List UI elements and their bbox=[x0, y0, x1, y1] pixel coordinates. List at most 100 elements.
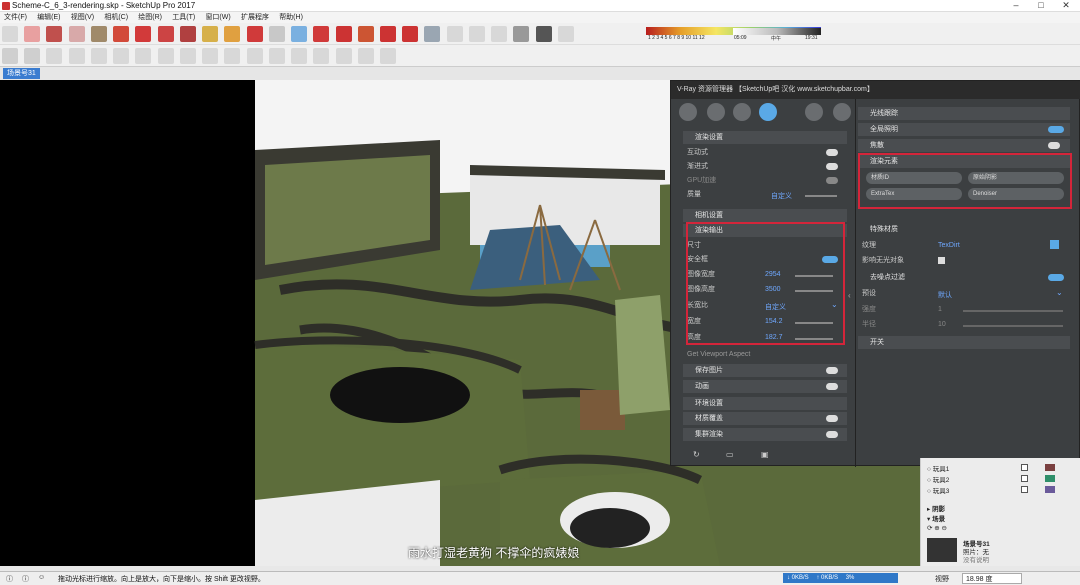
user-icon[interactable]: ☺ bbox=[38, 574, 45, 581]
settings-tab-icon[interactable] bbox=[759, 103, 777, 121]
select-tool-icon[interactable] bbox=[2, 26, 18, 42]
minimize-button[interactable]: – bbox=[1004, 0, 1028, 11]
scene-thumbnail[interactable] bbox=[927, 538, 957, 562]
scene-tab[interactable]: 场景号31 bbox=[3, 68, 40, 79]
layer-color-swatch[interactable] bbox=[1045, 486, 1055, 493]
collapse-arrow-icon[interactable]: ‹ bbox=[848, 291, 851, 300]
vray-render-icon[interactable] bbox=[2, 48, 18, 64]
swarm-toggle[interactable] bbox=[826, 431, 838, 438]
vray-lock-icon[interactable] bbox=[90, 48, 107, 64]
menu-file[interactable]: 文件(F) bbox=[0, 12, 31, 23]
menu-help[interactable]: 帮助(H) bbox=[275, 12, 307, 23]
textured-icon[interactable] bbox=[513, 26, 530, 42]
push-pull-icon[interactable] bbox=[113, 26, 130, 42]
save-image-header[interactable]: 保存图片 bbox=[683, 364, 847, 377]
radius-slider[interactable] bbox=[963, 325, 1063, 327]
layer-color-swatch[interactable] bbox=[1045, 464, 1055, 471]
vray-omni-light-icon[interactable] bbox=[202, 48, 219, 64]
fov-value-box[interactable]: 18.98 度 bbox=[962, 573, 1022, 584]
vray-fur-icon[interactable] bbox=[335, 48, 352, 64]
affect-matte-checkbox[interactable] bbox=[938, 257, 945, 264]
paint-bucket-icon[interactable] bbox=[224, 26, 241, 42]
layer-visible-checkbox[interactable] bbox=[1021, 464, 1028, 471]
quality-value[interactable]: 自定义 bbox=[771, 191, 792, 201]
menu-view[interactable]: 视图(V) bbox=[67, 12, 98, 23]
refresh-scene-icon[interactable]: ⟳ bbox=[927, 525, 932, 532]
menu-extensions[interactable]: 扩展程序 bbox=[237, 12, 273, 23]
strength-value[interactable]: 1 bbox=[938, 306, 942, 313]
wireframe-icon[interactable] bbox=[446, 26, 463, 42]
layer-row-1[interactable]: ○ 玩具1 bbox=[927, 463, 949, 473]
vray-mesh-export-icon[interactable] bbox=[379, 48, 396, 64]
reset-icon[interactable]: ↻ bbox=[693, 450, 700, 459]
zoom-extents-icon[interactable] bbox=[313, 26, 330, 42]
texture-map-icon[interactable] bbox=[1050, 240, 1059, 249]
rectangle-icon[interactable] bbox=[90, 26, 107, 42]
material-override-toggle[interactable] bbox=[826, 415, 838, 422]
vray-sun-icon[interactable] bbox=[291, 48, 308, 64]
scenes-panel-header[interactable]: ▾ 场景 bbox=[927, 513, 945, 523]
gi-header[interactable]: 全局照明 bbox=[858, 123, 1070, 136]
shadows-panel-header[interactable]: ▸ 阴影 bbox=[927, 503, 945, 513]
frame-buffer-icon[interactable] bbox=[833, 103, 851, 121]
warehouse-icon[interactable] bbox=[335, 26, 352, 42]
close-button[interactable]: ✕ bbox=[1054, 0, 1078, 11]
layer-visible-checkbox[interactable] bbox=[1021, 486, 1028, 493]
eraser-icon[interactable] bbox=[24, 26, 41, 42]
vray-sphere-light-icon[interactable] bbox=[135, 48, 152, 64]
move-icon[interactable] bbox=[135, 26, 152, 42]
render-teapot-icon[interactable] bbox=[805, 103, 823, 121]
save-image-toggle[interactable] bbox=[826, 367, 838, 374]
vray-rect-light-icon[interactable] bbox=[113, 48, 130, 64]
layer-visible-checkbox[interactable] bbox=[1021, 475, 1028, 482]
lights-tab-icon[interactable] bbox=[707, 103, 725, 121]
quality-slider[interactable] bbox=[805, 195, 837, 197]
animation-header[interactable]: 动画 bbox=[683, 380, 847, 393]
menu-tools[interactable]: 工具(T) bbox=[168, 12, 199, 23]
zoom-icon[interactable] bbox=[291, 26, 308, 42]
caustics-header[interactable]: 焦散 bbox=[858, 139, 1070, 152]
geometry-tab-icon[interactable] bbox=[733, 103, 751, 121]
denoiser-section-title[interactable]: 去噪点过滤 bbox=[858, 271, 1070, 284]
vray-interactive-icon[interactable] bbox=[24, 48, 41, 64]
layer-row-3[interactable]: ○ 玩具3 bbox=[927, 485, 949, 495]
gi-toggle[interactable] bbox=[1048, 126, 1064, 133]
open-folder-icon[interactable]: ▭ bbox=[726, 450, 734, 459]
vray-framebuffer-icon[interactable] bbox=[68, 48, 85, 64]
ruby-icon[interactable] bbox=[402, 26, 419, 42]
shaded-icon[interactable] bbox=[491, 26, 508, 42]
extension-icon[interactable] bbox=[357, 26, 374, 42]
menu-draw[interactable]: 绘图(R) bbox=[134, 12, 166, 23]
xray-icon[interactable] bbox=[424, 26, 441, 42]
hidden-line-icon[interactable] bbox=[468, 26, 485, 42]
progressive-toggle[interactable] bbox=[826, 163, 838, 170]
raytrace-header[interactable]: 光线跟踪 bbox=[858, 107, 1070, 120]
rotate-icon[interactable] bbox=[157, 26, 174, 42]
vray-sphere-icon[interactable] bbox=[268, 48, 285, 64]
shadow-time-slider[interactable] bbox=[733, 28, 821, 35]
denoiser-toggle[interactable] bbox=[1048, 274, 1064, 281]
vray-dome-light-icon[interactable] bbox=[224, 48, 241, 64]
orbit-icon[interactable] bbox=[246, 26, 263, 42]
preset-chevron-down-icon[interactable]: ⌄ bbox=[1056, 288, 1063, 297]
materials-tab-icon[interactable] bbox=[679, 103, 697, 121]
monochrome-icon[interactable] bbox=[535, 26, 552, 42]
add-scene-icon[interactable]: ⊕ bbox=[934, 525, 939, 532]
interactive-toggle[interactable] bbox=[826, 149, 838, 156]
camera-settings-header[interactable]: 相机设置 bbox=[683, 209, 847, 222]
menu-camera[interactable]: 相机(C) bbox=[100, 12, 132, 23]
shadow-toggle-icon[interactable] bbox=[557, 26, 574, 42]
preset-value[interactable]: 默认 bbox=[938, 290, 952, 300]
layer-color-swatch[interactable] bbox=[1045, 475, 1055, 482]
vray-spot-light-icon[interactable] bbox=[157, 48, 174, 64]
render-settings-header[interactable]: 渲染设置 bbox=[683, 131, 847, 144]
vray-plane-icon[interactable] bbox=[357, 48, 374, 64]
radius-value[interactable]: 10 bbox=[938, 321, 946, 328]
layer-row-2[interactable]: ○ 玩具2 bbox=[927, 474, 949, 484]
switch-header[interactable]: 开关 bbox=[858, 336, 1070, 349]
menu-window[interactable]: 窗口(W) bbox=[201, 12, 234, 23]
menu-edit[interactable]: 编辑(E) bbox=[33, 12, 64, 23]
arc-icon[interactable] bbox=[68, 26, 85, 42]
pencil-icon[interactable] bbox=[46, 26, 63, 42]
component-icon[interactable] bbox=[379, 26, 396, 42]
